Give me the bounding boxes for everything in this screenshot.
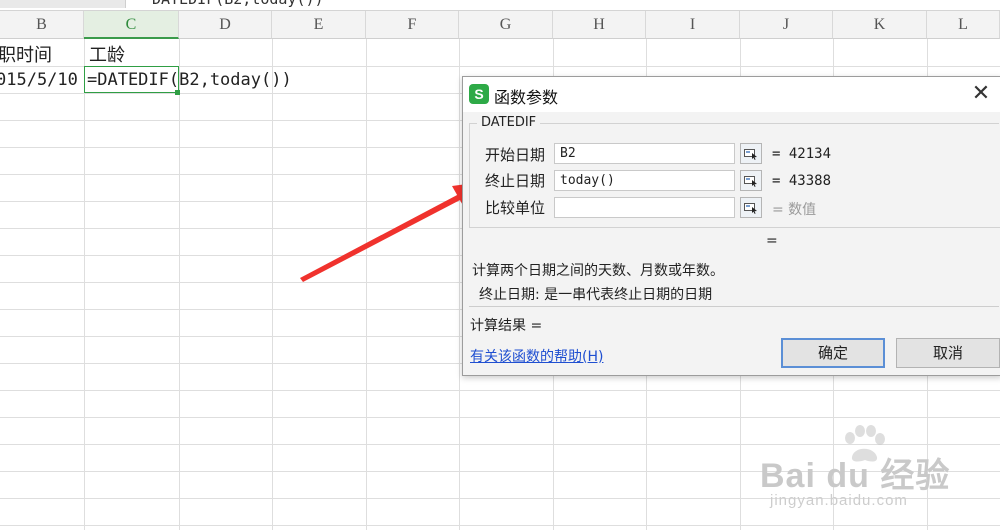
fill-handle[interactable] bbox=[175, 90, 180, 95]
arg-result-end-date: = 43388 bbox=[772, 173, 832, 189]
function-arguments-dialog: S 函数参数 ✕ DATEDIF 开始日期 B2 = 42134 终止日期 to… bbox=[462, 76, 1000, 376]
arg-result-unit: = 数值 bbox=[772, 202, 817, 218]
column-header-l[interactable]: L bbox=[927, 11, 1000, 39]
cell-c1[interactable]: 工龄 bbox=[89, 41, 125, 67]
arg-label-unit: 比较单位 bbox=[485, 199, 546, 217]
wps-logo-icon: S bbox=[469, 84, 489, 104]
collapse-dialog-button[interactable] bbox=[740, 197, 762, 218]
range-select-icon bbox=[744, 149, 757, 160]
argument-description: 终止日期: 是一串代表终止日期的日期 bbox=[479, 287, 713, 303]
function-name-label: DATEDIF bbox=[477, 115, 541, 130]
arg-input-end-date[interactable]: today() bbox=[554, 170, 735, 191]
collapse-dialog-button[interactable] bbox=[740, 170, 762, 191]
arg-label-end-date: 终止日期 bbox=[485, 172, 546, 190]
ok-button[interactable]: 确定 bbox=[781, 338, 885, 368]
column-header-c[interactable]: C bbox=[84, 11, 179, 39]
formula-bar[interactable]: DATEDIF(B2,today()) bbox=[0, 0, 1000, 11]
cell-c2-formula[interactable]: =DATEDIF(B2,today()) bbox=[87, 70, 292, 90]
column-header-j[interactable]: J bbox=[740, 11, 833, 39]
cell-b2[interactable]: 015/5/10 bbox=[0, 70, 78, 90]
cell-b1[interactable]: 职时间 bbox=[0, 41, 52, 67]
column-header-h[interactable]: H bbox=[553, 11, 646, 39]
column-header-f[interactable]: F bbox=[366, 11, 459, 39]
column-header-b[interactable]: B bbox=[0, 11, 84, 39]
arg-result-start-date: = 42134 bbox=[772, 146, 832, 162]
column-header-k[interactable]: K bbox=[833, 11, 927, 39]
column-header-e[interactable]: E bbox=[272, 11, 366, 39]
arg-input-unit[interactable] bbox=[554, 197, 735, 218]
arg-label-start-date: 开始日期 bbox=[485, 146, 546, 164]
range-select-icon bbox=[744, 203, 757, 214]
column-header-i[interactable]: I bbox=[646, 11, 740, 39]
formula-text: DATEDIF(B2,today()) bbox=[152, 0, 324, 8]
arg-input-start-date[interactable]: B2 bbox=[554, 143, 735, 164]
dialog-titlebar[interactable]: S 函数参数 ✕ bbox=[463, 77, 1000, 112]
help-link[interactable]: 有关该函数的帮助(H) bbox=[470, 346, 603, 366]
calculation-result: 计算结果 = bbox=[470, 318, 543, 334]
divider bbox=[469, 306, 999, 307]
function-result: = bbox=[766, 233, 778, 249]
cancel-button[interactable]: 取消 bbox=[896, 338, 1000, 368]
name-box[interactable] bbox=[0, 0, 126, 8]
dialog-title: 函数参数 bbox=[494, 88, 559, 107]
close-icon[interactable]: ✕ bbox=[969, 81, 993, 107]
function-description: 计算两个日期之间的天数、月数或年数。 bbox=[472, 263, 724, 279]
column-header-g[interactable]: G bbox=[459, 11, 553, 39]
range-select-icon bbox=[744, 176, 757, 187]
column-header-d[interactable]: D bbox=[179, 11, 272, 39]
collapse-dialog-button[interactable] bbox=[740, 143, 762, 164]
